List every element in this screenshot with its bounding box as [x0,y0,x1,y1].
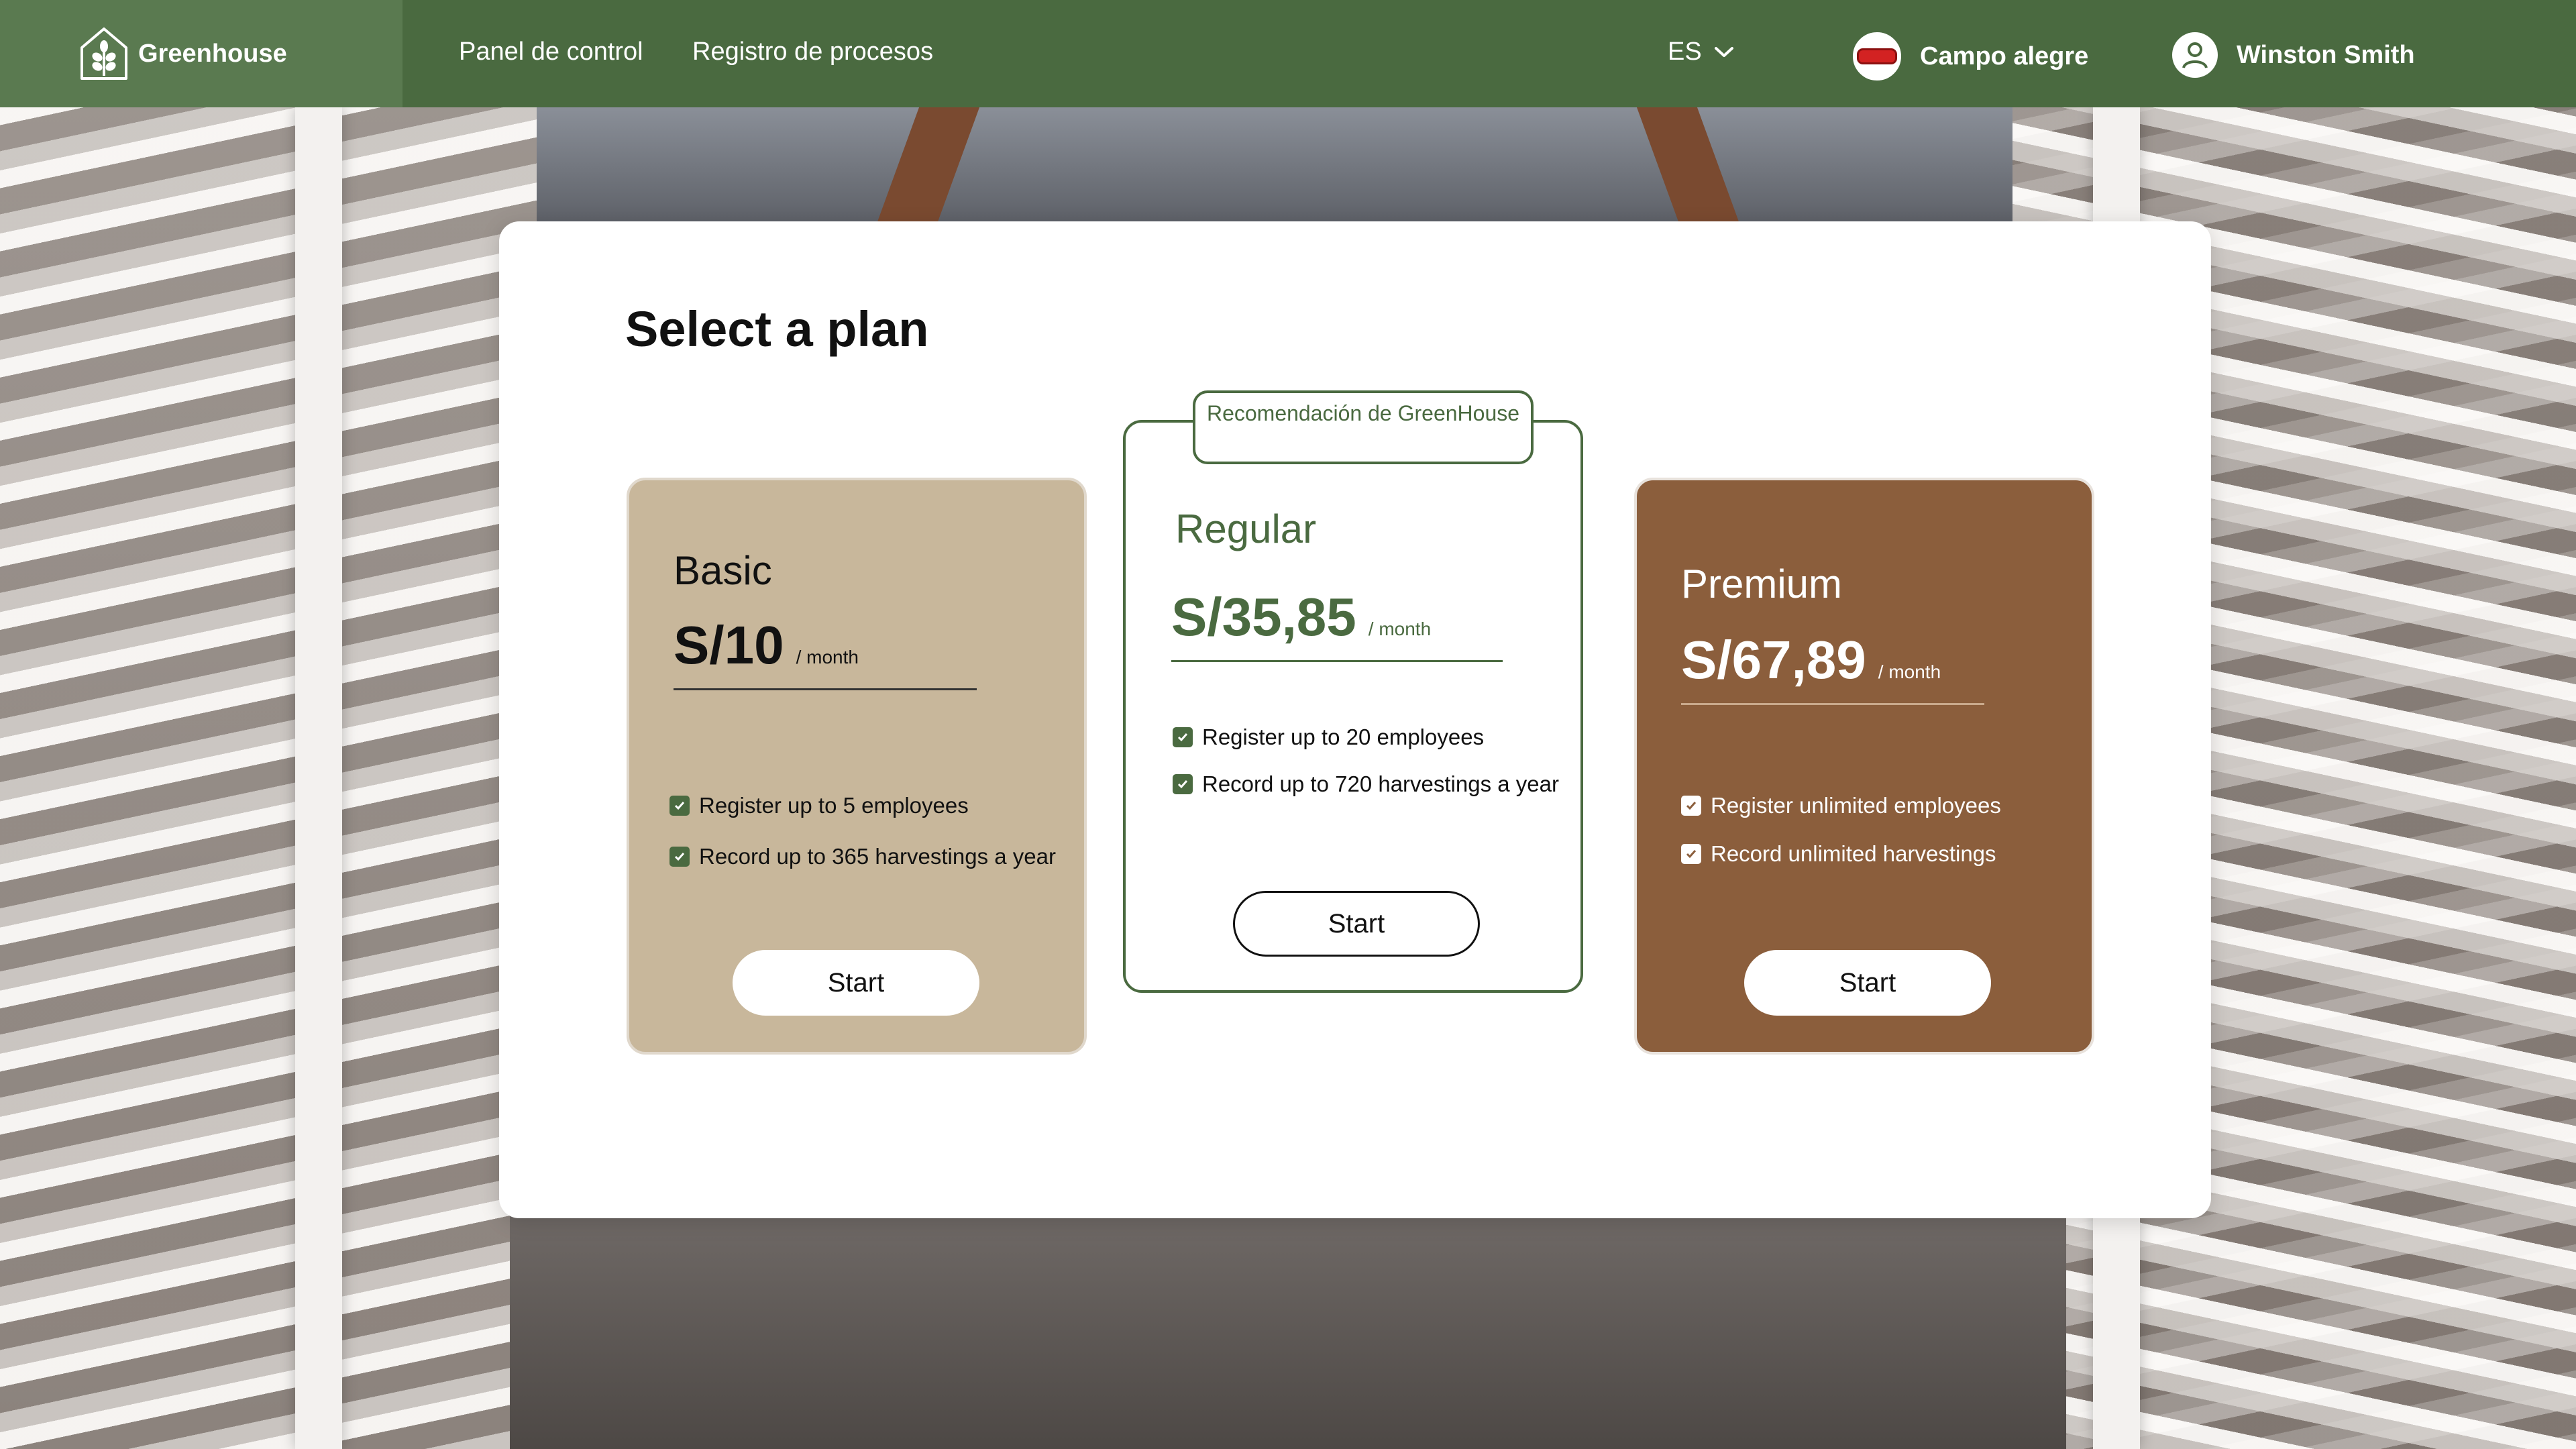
plan-card-basic: Basic S/10 / month Register up to 5 empl… [627,478,1087,1055]
plan-feature: Record up to 720 harvestings a year [1173,771,1559,797]
checkbox-checked-icon [669,847,690,867]
plan-period: / month [796,647,859,667]
plan-period: / month [1878,661,1941,682]
background-floor [510,1214,2066,1449]
recommendation-badge: Recomendación de GreenHouse [1193,390,1534,464]
checkbox-checked-icon [1173,774,1193,794]
plan-feature-text: Register up to 5 employees [699,793,969,818]
plan-feature-text: Record unlimited harvestings [1711,841,1996,866]
plan-price-row: S/67,89 / month [1681,629,1984,705]
plan-price: S/35,85 [1171,587,1356,647]
plan-price-row: S/10 / month [674,614,977,690]
checkbox-checked-icon [669,796,690,816]
background-ceiling-beam [537,107,2012,228]
language-selected: ES [1668,38,1702,66]
checkbox-checked-icon [1681,844,1701,864]
greenhouse-leaf-icon [80,28,127,80]
plan-name: Regular [1175,506,1317,551]
plan-feature-text: Record up to 365 harvestings a year [699,844,1056,869]
user-avatar-icon [2172,32,2218,78]
plan-feature: Register up to 5 employees [669,793,969,818]
user-menu[interactable]: Winston Smith [2172,32,2415,78]
farm-badge-icon [1853,32,1901,80]
start-button-premium[interactable]: Start [1744,950,1991,1016]
brand-logo-link[interactable]: Greenhouse [0,0,402,107]
language-selector[interactable]: ES [1668,38,1734,66]
plan-feature-text: Record up to 720 harvestings a year [1202,771,1559,796]
start-button-basic[interactable]: Start [733,950,979,1016]
plan-feature: Register unlimited employees [1681,793,2001,818]
plan-card-premium: Premium S/67,89 / month Register unlimit… [1634,478,2094,1055]
plan-price-row: S/35,85 / month [1171,586,1503,662]
farm-name: Campo alegre [1920,42,2089,70]
plan-price: S/10 [674,615,784,675]
nav-registro-de-procesos[interactable]: Registro de procesos [692,38,933,66]
start-button-regular[interactable]: Start [1233,891,1480,957]
plan-card-regular: Regular S/35,85 / month Register up to 2… [1123,420,1583,993]
top-navbar: Greenhouse Panel de control Registro de … [0,0,2576,107]
plan-feature: Register up to 20 employees [1173,724,1484,750]
plan-price: S/67,89 [1681,630,1866,690]
brand-name: Greenhouse [138,39,287,68]
plan-feature: Record unlimited harvestings [1681,841,1996,867]
farm-selector[interactable]: Campo alegre [1853,32,2088,80]
plan-selection-card: Select a plan Basic S/10 / month Registe… [499,221,2211,1218]
user-name: Winston Smith [2237,40,2415,69]
plan-feature-text: Register up to 20 employees [1202,724,1485,749]
nav-panel-de-control[interactable]: Panel de control [459,38,643,66]
plan-period: / month [1368,619,1432,639]
checkbox-checked-icon [1173,727,1193,747]
background-post [295,107,342,1449]
checkbox-checked-icon [1681,796,1701,816]
plan-name: Basic [674,548,772,593]
plan-feature: Record up to 365 harvestings a year [669,844,1056,869]
plan-feature-text: Register unlimited employees [1711,793,2001,818]
plan-name: Premium [1681,561,1843,606]
page-title: Select a plan [625,301,929,357]
chevron-down-icon [1714,46,1733,57]
